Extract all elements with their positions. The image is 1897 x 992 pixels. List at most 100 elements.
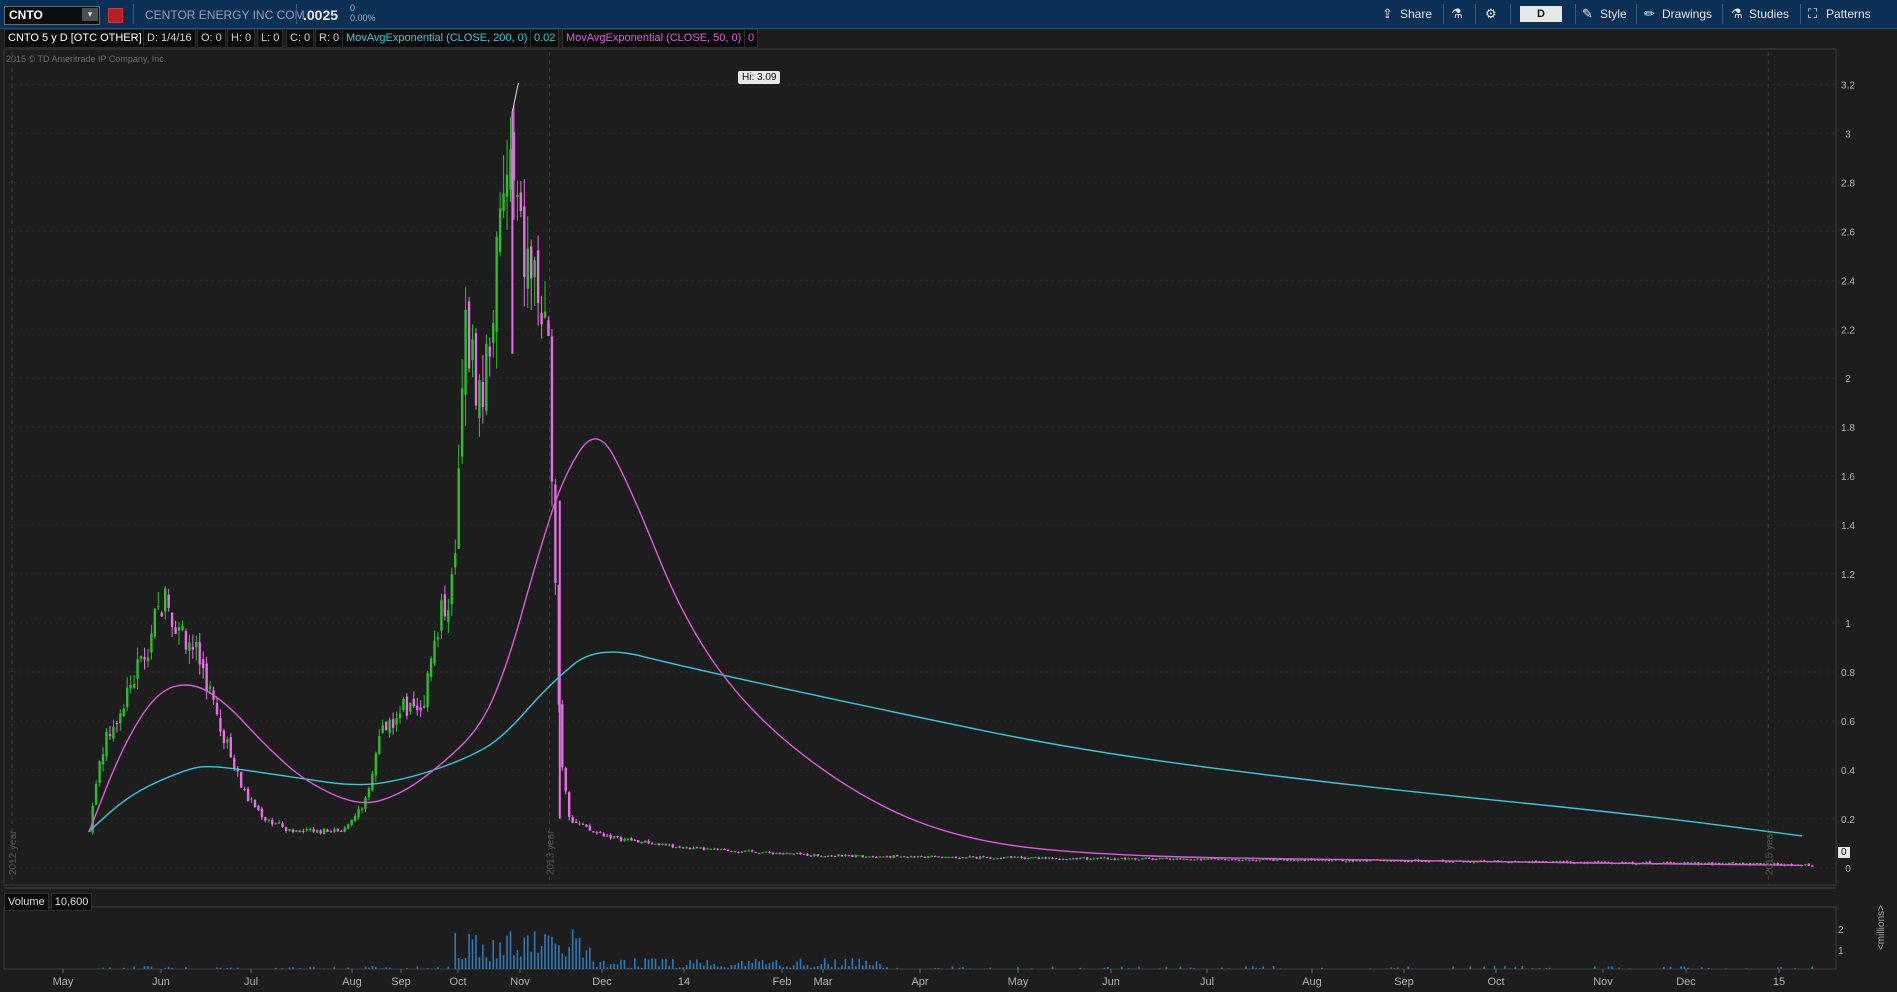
candle-body: [875, 856, 878, 858]
ema50-label[interactable]: MovAvgExponential (CLOSE, 50, 0): [562, 29, 746, 48]
candle-body: [1541, 861, 1545, 863]
share-button[interactable]: Share: [1400, 7, 1432, 21]
patterns-icon[interactable]: ⛶: [1808, 6, 1817, 22]
divider: [1575, 4, 1576, 24]
candle-body: [1331, 860, 1334, 862]
candle-body: [1496, 860, 1500, 863]
last-price-marker: 0: [1838, 847, 1850, 858]
aggregation-selector[interactable]: D: [1520, 6, 1562, 22]
candle-body: [1669, 862, 1672, 864]
candle-body: [492, 322, 495, 343]
volume-bar: [689, 959, 691, 969]
gear-icon[interactable]: ⚙: [1485, 6, 1497, 22]
price-chart[interactable]: 3.2 3 2.8 2.6 2.4 2.2 2 1.8 1.6 1.4 1.2 1 0.8 0.6 0.4 0…: [0, 0, 1897, 992]
volume-bar: [1107, 967, 1109, 969]
candle-body: [1748, 863, 1752, 866]
candle-body: [609, 834, 612, 839]
candle-body: [1448, 861, 1451, 863]
candle-body: [160, 612, 163, 617]
candle-body: [347, 824, 350, 829]
volume-bar: [741, 960, 743, 969]
candle-body: [654, 843, 657, 845]
volume-bar: [102, 967, 104, 969]
chevron-down-icon[interactable]: ▾: [82, 8, 98, 21]
candle-body: [975, 856, 978, 859]
candle-body: [940, 856, 944, 858]
candle-body: [447, 609, 450, 622]
ema200-label[interactable]: MovAvgExponential (CLOSE, 200, 0): [342, 29, 532, 48]
candle-body: [882, 856, 885, 858]
candle-body: [1151, 858, 1154, 860]
candle-body: [1800, 865, 1804, 867]
candle-body: [367, 788, 371, 798]
candle-body: [602, 833, 605, 837]
volume-bar: [485, 957, 488, 969]
volume-bar: [299, 968, 301, 969]
studies-icon[interactable]: ⚗: [1731, 6, 1743, 22]
volume-bar: [765, 964, 767, 969]
volume-bar: [1255, 967, 1258, 969]
flask-icon[interactable]: ⚗: [1451, 6, 1463, 22]
bar-high: H: 0: [227, 29, 256, 48]
candle-body: [1586, 862, 1589, 864]
candle-body: [916, 855, 920, 857]
candle-body: [733, 851, 737, 853]
price-pane-frame: [3, 48, 1837, 886]
volume-bar: [171, 967, 173, 969]
share-icon[interactable]: ⇪: [1382, 6, 1393, 22]
candle-body: [657, 843, 661, 846]
volume-bar: [734, 964, 736, 969]
candle-body: [581, 823, 585, 825]
candle-body: [616, 836, 619, 838]
chart-title: CNTO 5 y D [OTC OTHER]: [4, 29, 146, 48]
top-toolbar: CNTO ▾ CENTOR ENERGY INC COM .0025 0 0.0…: [0, 0, 1897, 29]
candle-body: [1500, 861, 1503, 863]
link-color-icon[interactable]: [108, 8, 123, 23]
candle-body: [1396, 860, 1400, 862]
candle-body: [1538, 861, 1541, 863]
candle-body: [101, 754, 105, 765]
candle-body: [1079, 857, 1082, 860]
candle-body: [98, 761, 101, 783]
studies-button[interactable]: Studies: [1749, 7, 1789, 21]
candle-body: [281, 823, 284, 827]
candle-body: [150, 633, 153, 653]
candle-body: [858, 855, 861, 857]
candle-body: [450, 574, 453, 605]
candle-body: [1524, 861, 1527, 863]
candle-body: [547, 320, 550, 336]
candle-body: [802, 853, 806, 855]
candle-body: [1527, 861, 1531, 863]
volume-bar: [578, 937, 581, 969]
style-icon[interactable]: ✎: [1582, 6, 1593, 22]
volume-bar: [526, 935, 529, 969]
pencil-icon[interactable]: ✏: [1644, 6, 1655, 22]
candle-body: [889, 856, 892, 858]
candle-body: [1793, 865, 1797, 867]
candle-body: [1272, 859, 1275, 861]
candle-body: [1624, 862, 1627, 864]
candle-body: [1462, 861, 1465, 863]
candle-body: [1265, 859, 1268, 861]
candle-body: [1593, 861, 1596, 863]
candle-body: [619, 837, 623, 841]
volume-bar: [122, 967, 125, 969]
candle-body: [1158, 857, 1161, 860]
candle-body: [788, 853, 792, 855]
drawings-button[interactable]: Drawings: [1662, 7, 1712, 21]
patterns-button[interactable]: Patterns: [1826, 7, 1871, 21]
candle-body: [1710, 862, 1714, 865]
style-button[interactable]: Style: [1600, 7, 1627, 21]
candle-body: [112, 726, 115, 739]
candle-body: [1752, 863, 1755, 865]
candle-body: [1296, 859, 1299, 861]
candle-body: [1120, 858, 1123, 860]
volume-bar: [143, 966, 146, 969]
volume-bar: [1103, 967, 1106, 969]
candle-body: [1728, 862, 1731, 865]
candle-body: [1517, 861, 1520, 863]
candle-body: [678, 846, 681, 848]
candle-body: [233, 757, 236, 770]
candle-body: [920, 856, 923, 858]
symbol-input[interactable]: CNTO ▾: [4, 6, 100, 25]
